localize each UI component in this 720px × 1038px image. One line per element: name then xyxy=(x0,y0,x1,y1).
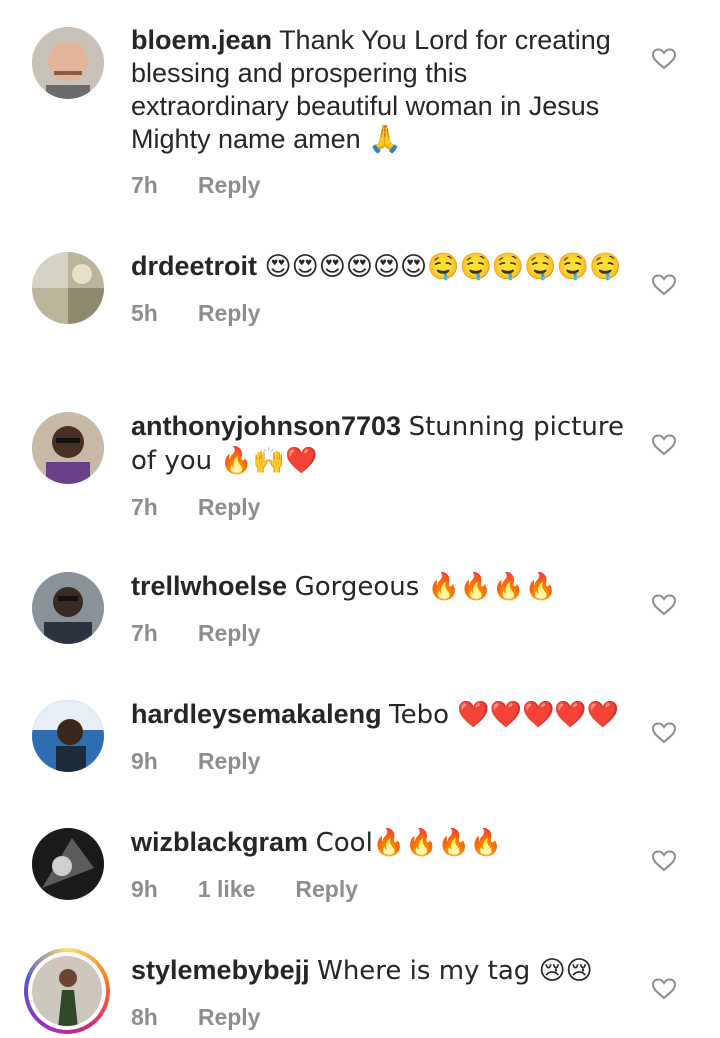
comment-username[interactable]: drdeetroit xyxy=(131,251,257,281)
heart-outline-icon xyxy=(652,978,676,1000)
avatar[interactable] xyxy=(32,412,104,484)
heart-outline-icon xyxy=(652,274,676,296)
reply-button[interactable]: Reply xyxy=(198,745,261,778)
comment-body: stylemebybejj Where is my tag 😢😢 8h Repl… xyxy=(131,954,631,1034)
comment-text: Where is my tag 😢😢 xyxy=(317,956,593,986)
comment-body: trellwhoelse Gorgeous 🔥🔥🔥🔥 7h Reply xyxy=(131,570,631,650)
reply-button[interactable]: Reply xyxy=(295,873,358,906)
avatar[interactable] xyxy=(24,948,110,1034)
reply-button[interactable]: Reply xyxy=(198,1001,261,1034)
comment-meta: 9h 1 like Reply xyxy=(131,873,631,906)
like-button[interactable] xyxy=(652,434,676,456)
comment-username[interactable]: trellwhoelse xyxy=(131,571,287,601)
like-button[interactable] xyxy=(652,48,676,70)
comment-meta: 7h Reply xyxy=(131,617,631,650)
comment-body: anthonyjohnson7703 Stunning picture of y… xyxy=(131,410,631,524)
comment-text: Cool🔥🔥🔥🔥 xyxy=(315,828,503,858)
like-button[interactable] xyxy=(652,274,676,296)
like-button[interactable] xyxy=(652,594,676,616)
comment-username[interactable]: hardleysemakaleng xyxy=(131,699,382,729)
avatar[interactable] xyxy=(32,252,104,324)
like-button[interactable] xyxy=(652,850,676,872)
comment-body: bloem.jean Thank You Lord for creating b… xyxy=(131,24,631,202)
reply-button[interactable]: Reply xyxy=(198,617,261,650)
comment-text: 😍😍😍😍😍😍🤤🤤🤤🤤🤤🤤 xyxy=(264,252,622,282)
reply-button[interactable]: Reply xyxy=(198,169,261,202)
comment-time: 8h xyxy=(131,1004,158,1030)
comment-body: drdeetroit 😍😍😍😍😍😍🤤🤤🤤🤤🤤🤤 5h Reply xyxy=(131,250,631,330)
like-button[interactable] xyxy=(652,722,676,744)
reply-button[interactable]: Reply xyxy=(198,491,261,524)
comment-text: Tebo ❤️❤️❤️❤️❤️ xyxy=(389,700,620,730)
comment-username[interactable]: anthonyjohnson7703 xyxy=(131,411,401,441)
comment-username[interactable]: wizblackgram xyxy=(131,827,308,857)
comment-username[interactable]: bloem.jean xyxy=(131,25,272,55)
comment-meta: 8h Reply xyxy=(131,1001,631,1034)
reply-button[interactable]: Reply xyxy=(198,297,261,330)
comment-text: Gorgeous 🔥🔥🔥🔥 xyxy=(294,572,558,602)
comment-username[interactable]: stylemebybejj xyxy=(131,955,310,985)
avatar[interactable] xyxy=(32,828,104,900)
comment-meta: 9h Reply xyxy=(131,745,631,778)
avatar[interactable] xyxy=(32,572,104,644)
comment-meta: 7h Reply xyxy=(131,491,631,524)
heart-outline-icon xyxy=(652,594,676,616)
comment-time: 9h xyxy=(131,748,158,774)
comment-like-count[interactable]: 1 like xyxy=(198,873,256,906)
comment-time: 5h xyxy=(131,300,158,326)
comment-meta: 7h Reply xyxy=(131,169,631,202)
avatar-image xyxy=(32,956,102,1026)
heart-outline-icon xyxy=(652,48,676,70)
comment-body: hardleysemakaleng Tebo ❤️❤️❤️❤️❤️ 9h Rep… xyxy=(131,698,631,778)
heart-outline-icon xyxy=(652,722,676,744)
comment-body: wizblackgram Cool🔥🔥🔥🔥 9h 1 like Reply xyxy=(131,826,631,906)
comment-time: 7h xyxy=(131,620,158,646)
heart-outline-icon xyxy=(652,434,676,456)
like-button[interactable] xyxy=(652,978,676,1000)
heart-outline-icon xyxy=(652,850,676,872)
comment-time: 9h xyxy=(131,876,158,902)
comment-time: 7h xyxy=(131,172,158,198)
comment-time: 7h xyxy=(131,494,158,520)
avatar[interactable] xyxy=(32,700,104,772)
avatar[interactable] xyxy=(32,27,104,99)
story-ring xyxy=(28,952,106,1030)
comment-meta: 5h Reply xyxy=(131,297,631,330)
